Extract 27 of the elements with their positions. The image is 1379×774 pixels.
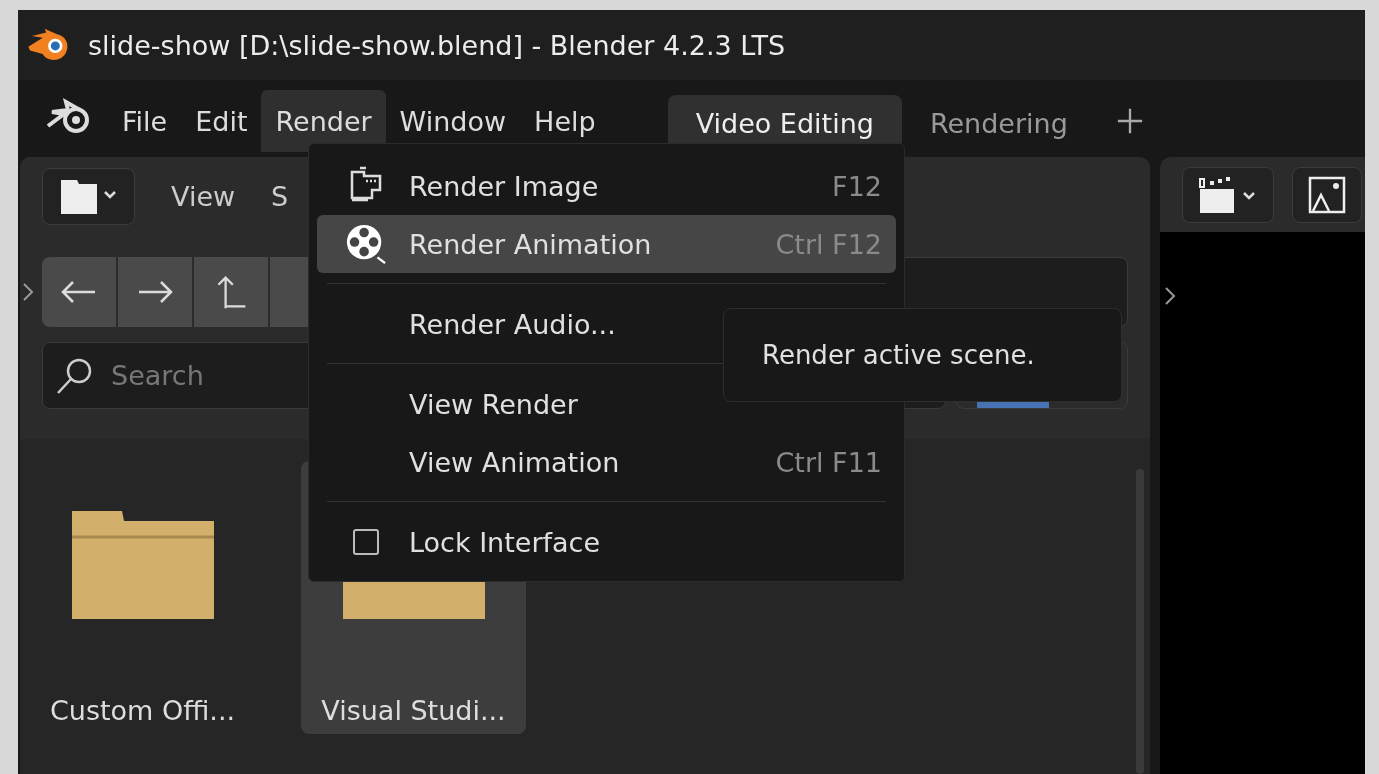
checkbox[interactable]	[353, 529, 379, 555]
folder-icon	[71, 511, 214, 619]
menu-item[interactable]: Edit	[181, 90, 262, 152]
file-name: Visual Studi...	[321, 695, 506, 726]
folder-tile[interactable]: Custom Offi...	[30, 461, 255, 734]
tooltip-text: Render active scene.	[762, 340, 1035, 370]
menu-item[interactable]: File	[108, 90, 182, 152]
menu-item[interactable]: Window	[385, 90, 521, 152]
film-reel-icon	[345, 223, 387, 265]
workspace-tab[interactable]: Rendering	[901, 95, 1096, 152]
image-icon	[1307, 174, 1347, 215]
forward-button[interactable]	[118, 257, 192, 327]
menu-item[interactable]: Render Image F12	[317, 157, 896, 215]
editor-type-button[interactable]	[1182, 166, 1274, 223]
menu-item[interactable]: Render	[261, 90, 386, 152]
header-menu[interactable]: View	[171, 180, 236, 212]
image-button[interactable]	[1292, 166, 1362, 223]
editor-type-button[interactable]	[42, 167, 135, 225]
search-field[interactable]: Search	[109, 359, 413, 392]
file-name: Custom Offi...	[49, 695, 236, 726]
menu-item[interactable]: Render Animation Ctrl F12	[317, 215, 896, 273]
header-menu[interactable]: S	[271, 180, 289, 212]
menu-item[interactable]: Help	[520, 90, 610, 152]
back-button[interactable]	[42, 257, 116, 327]
parent-folder-button[interactable]	[194, 257, 268, 327]
add-tab-icon[interactable]	[1115, 107, 1144, 135]
window-title: slide-show [D:\slide-show.blend] - Blender 4.2.3 LTS	[88, 29, 786, 61]
